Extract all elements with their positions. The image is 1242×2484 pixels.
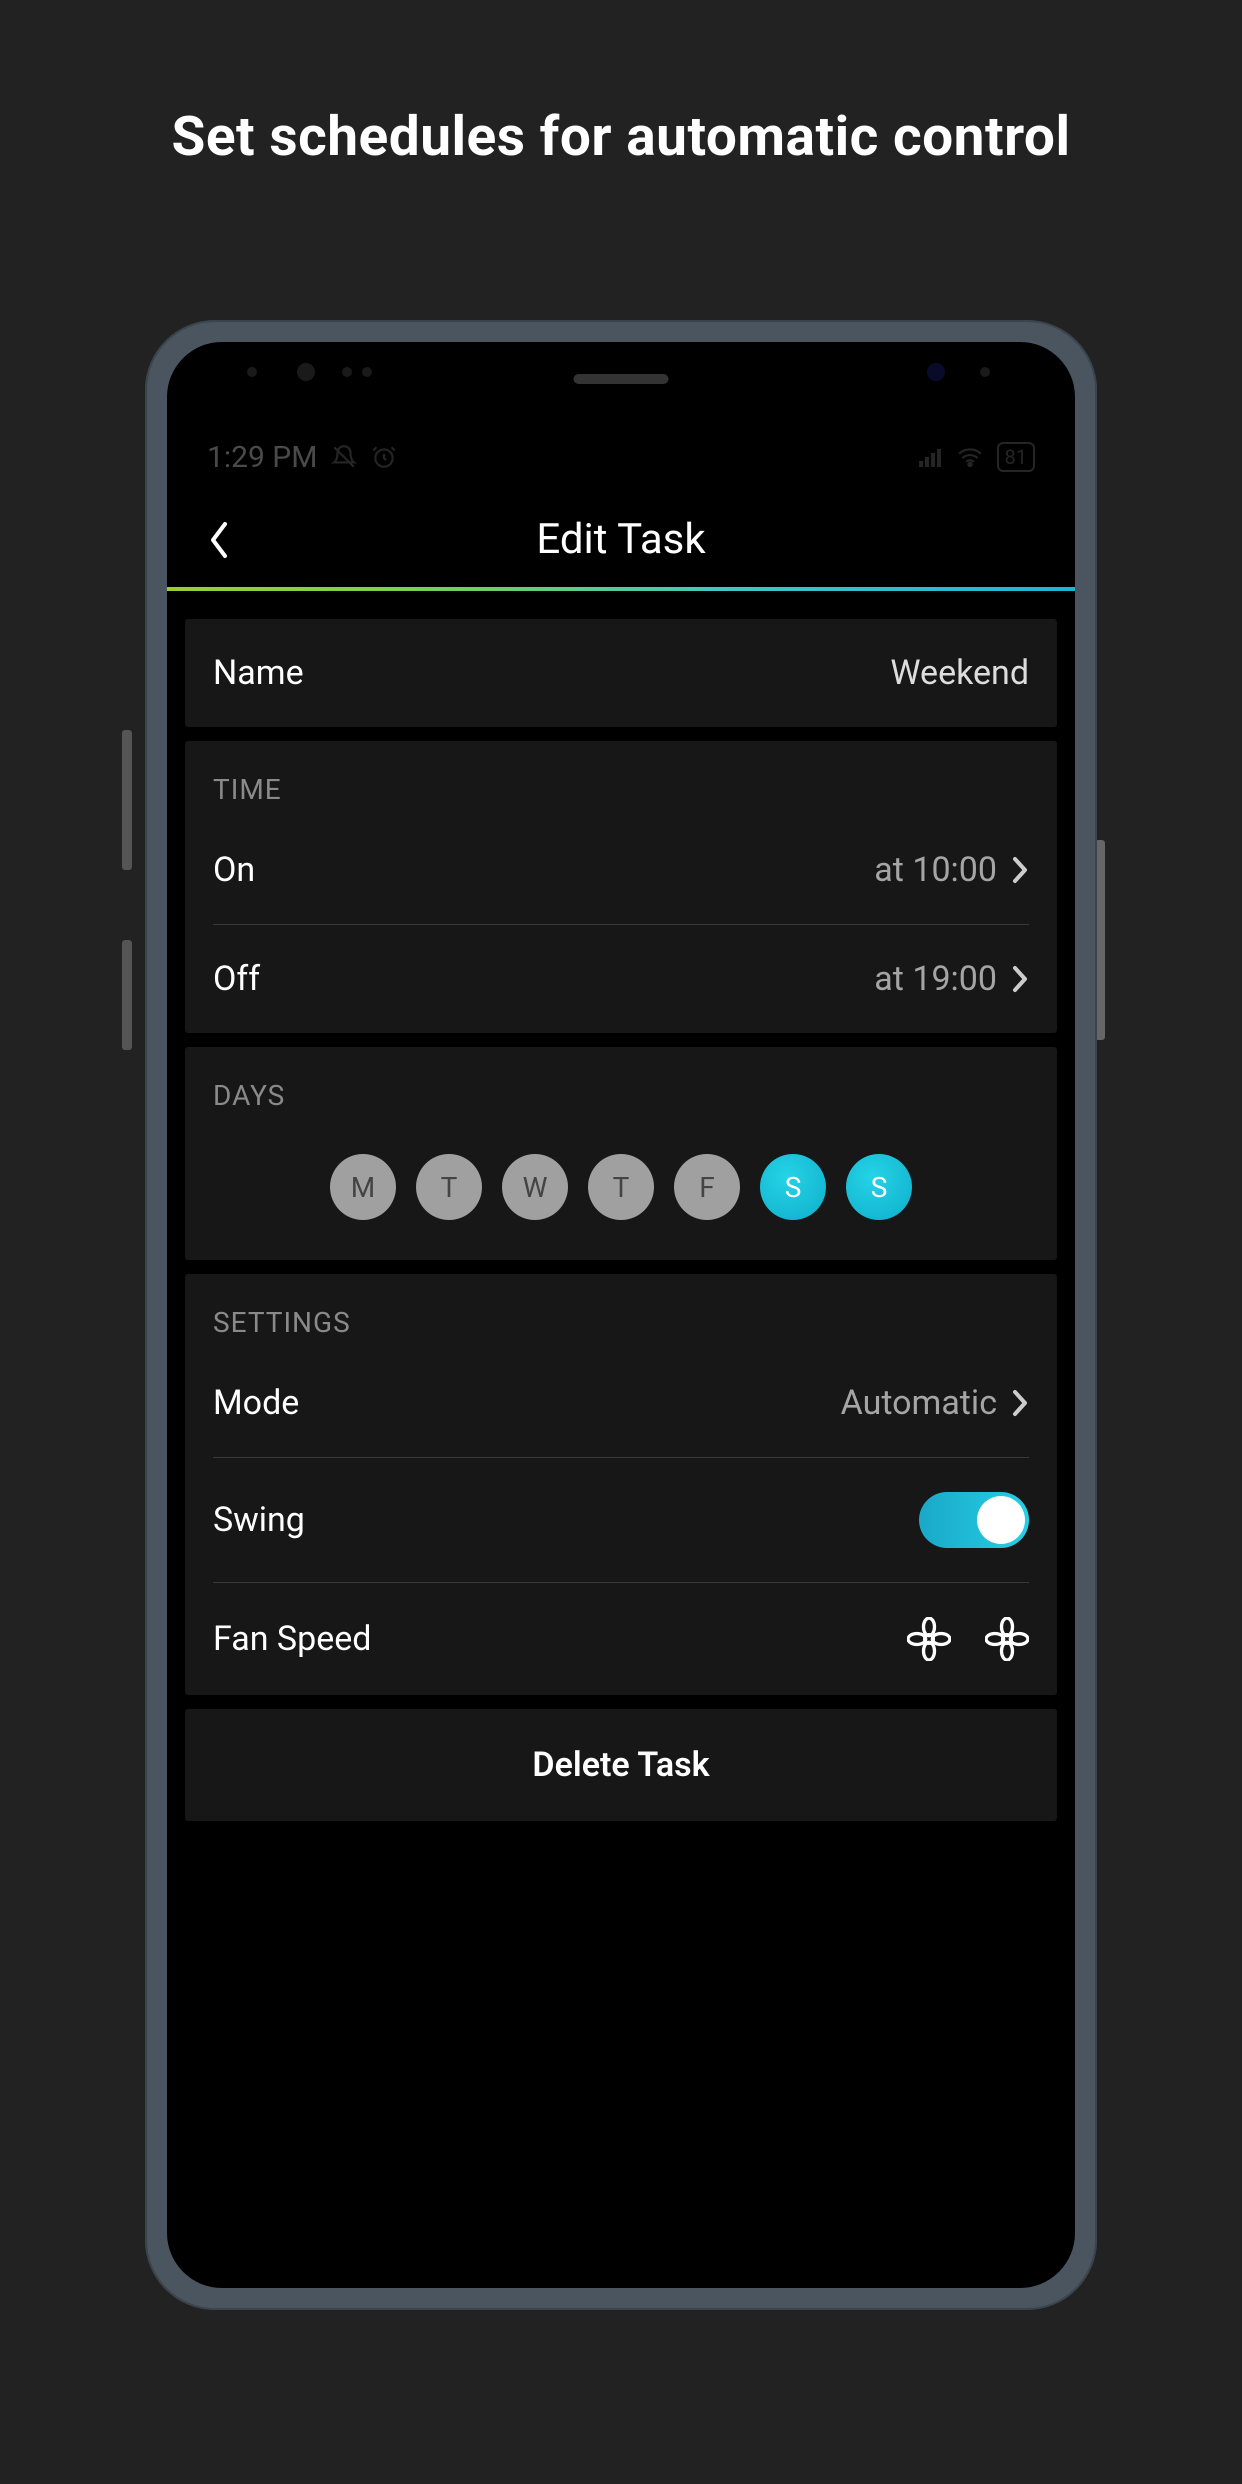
swing-row: Swing [185, 1458, 1057, 1582]
mute-icon [331, 444, 357, 470]
back-button[interactable] [207, 520, 231, 560]
day-toggle[interactable]: T [588, 1154, 654, 1220]
delete-section: Delete Task [185, 1709, 1057, 1821]
days-row: MTWTFSS [185, 1122, 1057, 1260]
phone-screen: 1:29 PM 81 [167, 342, 1075, 2288]
time-on-label: On [213, 850, 255, 890]
days-section-title: DAYS [185, 1047, 1057, 1122]
delete-task-button[interactable]: Delete Task [185, 1709, 1057, 1821]
fan-speed-label: Fan Speed [213, 1619, 371, 1659]
chevron-right-icon [1011, 964, 1029, 994]
wifi-icon [957, 447, 983, 467]
time-on-row[interactable]: On at 10:00 [185, 816, 1057, 924]
swing-toggle[interactable] [919, 1492, 1029, 1548]
name-row[interactable]: Name Weekend [185, 619, 1057, 727]
time-off-label: Off [213, 959, 260, 999]
phone-side-button [122, 940, 132, 1050]
time-off-value: at 19:00 [874, 959, 997, 999]
app-header: Edit Task [167, 492, 1075, 587]
chevron-right-icon [1011, 855, 1029, 885]
page-title: Edit Task [536, 515, 705, 564]
name-section: Name Weekend [185, 619, 1057, 727]
day-toggle[interactable]: W [502, 1154, 568, 1220]
time-section-title: TIME [185, 741, 1057, 816]
day-toggle[interactable]: F [674, 1154, 740, 1220]
name-value: Weekend [890, 653, 1029, 693]
day-toggle[interactable]: S [846, 1154, 912, 1220]
fan-speed-row[interactable]: Fan Speed [185, 1583, 1057, 1695]
day-toggle[interactable]: S [760, 1154, 826, 1220]
phone-frame: 1:29 PM 81 [145, 320, 1097, 2310]
chevron-right-icon [1011, 1388, 1029, 1418]
phone-side-button [122, 730, 132, 870]
promo-title: Set schedules for automatic control [0, 105, 1242, 169]
name-label: Name [213, 653, 304, 693]
mode-row[interactable]: Mode Automatic [185, 1349, 1057, 1457]
fan-icon [907, 1617, 951, 1661]
mode-value: Automatic [841, 1383, 997, 1423]
status-time: 1:29 PM [207, 440, 317, 475]
settings-section-title: SETTINGS [185, 1274, 1057, 1349]
day-toggle[interactable]: T [416, 1154, 482, 1220]
time-on-value: at 10:00 [874, 850, 997, 890]
settings-section: SETTINGS Mode Automatic Swing [185, 1274, 1057, 1695]
signal-icon [919, 447, 943, 467]
time-off-row[interactable]: Off at 19:00 [185, 925, 1057, 1033]
battery-icon: 81 [997, 442, 1035, 472]
day-toggle[interactable]: M [330, 1154, 396, 1220]
fan-icon [985, 1617, 1029, 1661]
time-section: TIME On at 10:00 Off [185, 741, 1057, 1033]
switch-knob [977, 1496, 1025, 1544]
days-section: DAYS MTWTFSS [185, 1047, 1057, 1260]
swing-label: Swing [213, 1500, 305, 1540]
status-bar: 1:29 PM 81 [167, 427, 1075, 487]
mode-label: Mode [213, 1383, 299, 1423]
alarm-icon [371, 444, 397, 470]
